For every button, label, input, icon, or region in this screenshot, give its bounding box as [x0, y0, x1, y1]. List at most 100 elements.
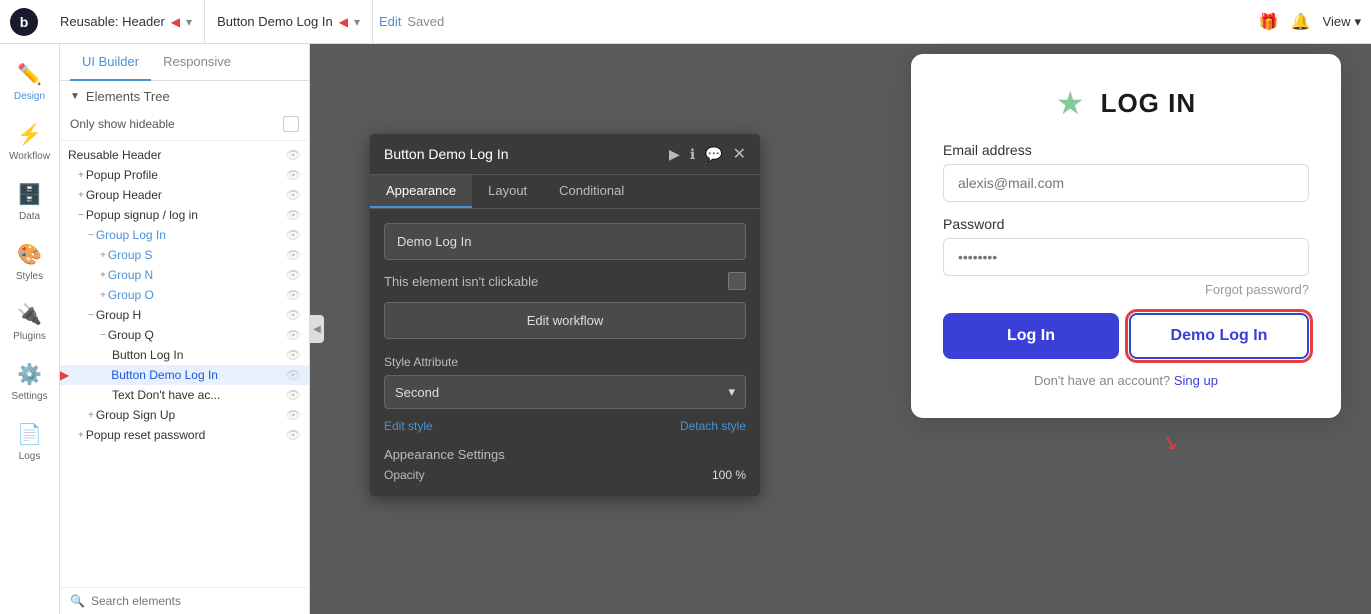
tab-appearance[interactable]: Appearance	[370, 175, 472, 208]
password-input[interactable]	[943, 238, 1309, 276]
search-elements-input[interactable]	[91, 594, 299, 608]
tree-item-button-login[interactable]: Button Log In 👁	[60, 345, 309, 365]
chat-icon[interactable]: 💬	[705, 146, 722, 163]
opacity-label: Opacity	[384, 468, 425, 482]
tree-collapse-arrow[interactable]: ▼	[70, 91, 80, 102]
eye-icon[interactable]: 👁	[286, 208, 301, 222]
eye-icon[interactable]: 👁	[286, 388, 301, 402]
tree-item-popup-reset[interactable]: + Popup reset password 👁	[60, 425, 309, 445]
sidebar-item-plugins[interactable]: 🔌 Plugins	[0, 294, 59, 350]
email-label: Email address	[943, 142, 1309, 158]
tree-item-group-login[interactable]: − Group Log In 👁	[60, 225, 309, 245]
sidebar-item-styles[interactable]: 🎨 Styles	[0, 234, 59, 290]
edit-detach-row: Edit style Detach style	[384, 419, 746, 433]
signup-link[interactable]: Sing up	[1174, 373, 1218, 388]
selected-red-arrow: ▶	[60, 368, 69, 382]
tree-item-group-signup[interactable]: + Group Sign Up 👁	[60, 405, 309, 425]
tree-item-group-o-label: Group O	[108, 288, 154, 302]
tree-item-popup-signup[interactable]: − Popup signup / log in 👁	[60, 205, 309, 225]
only-show-toggle[interactable]	[283, 116, 299, 132]
canvas-area: ◀ Button Demo Log In ▶ ℹ 💬 ✕ Appearance …	[310, 44, 1371, 614]
demo-login-button[interactable]: Demo Log In	[1129, 313, 1309, 359]
tree-item-group-n-label: Group N	[108, 268, 153, 282]
bell-icon[interactable]: 🔔	[1291, 12, 1311, 32]
eye-icon[interactable]: 👁	[286, 368, 301, 382]
tab-ui-builder[interactable]: UI Builder	[70, 44, 151, 81]
sidebar-item-data[interactable]: 🗄️ Data	[0, 174, 59, 230]
tree-item-popup-profile-label: Popup Profile	[86, 168, 158, 182]
tree-item-group-q[interactable]: − Group Q 👁	[60, 325, 309, 345]
tree-item-reusable-header[interactable]: Reusable Header 👁	[60, 145, 309, 165]
saved-label: Saved	[407, 14, 444, 29]
minus-icon: −	[100, 330, 106, 341]
tab-responsive[interactable]: Responsive	[151, 44, 243, 81]
eye-icon[interactable]: 👁	[286, 348, 301, 362]
tree-item-group-s-label: Group S	[108, 248, 153, 262]
not-clickable-label: This element isn't clickable	[384, 274, 538, 289]
minus-icon: −	[88, 230, 94, 241]
plus-icon: +	[100, 270, 106, 281]
only-show-label: Only show hideable	[70, 117, 175, 131]
style-attr-select[interactable]: Second ▾	[384, 375, 746, 409]
tree-item-button-login-label: Button Log In	[112, 348, 183, 362]
elements-tree-header: ▼ Elements Tree	[60, 81, 309, 112]
plus-icon: +	[100, 250, 106, 261]
forgot-password-link[interactable]: Forgot password?	[1205, 282, 1309, 297]
edit-style-link[interactable]: Edit style	[384, 419, 433, 433]
tree-item-group-n[interactable]: + Group N 👁	[60, 265, 309, 285]
email-input[interactable]	[943, 164, 1309, 202]
demo-login-box: Demo Log In	[384, 223, 746, 260]
view-button[interactable]: View ▾	[1323, 14, 1361, 30]
settings-label: Settings	[11, 391, 47, 402]
eye-icon[interactable]: 👁	[286, 228, 301, 242]
eye-icon[interactable]: 👁	[286, 248, 301, 262]
tree-item-group-o[interactable]: + Group O 👁	[60, 285, 309, 305]
close-icon[interactable]: ✕	[733, 144, 746, 164]
sidebar-item-design[interactable]: ✏️ Design	[0, 54, 59, 110]
tree-item-group-h[interactable]: − Group H 👁	[60, 305, 309, 325]
button-demo-section[interactable]: Button Demo Log In ◀ ▾	[205, 0, 373, 43]
tree-item-button-demo-login[interactable]: ▶ Button Demo Log In 👁	[60, 365, 309, 385]
login-button[interactable]: Log In	[943, 313, 1119, 359]
button-demo-panel: Button Demo Log In ▶ ℹ 💬 ✕ Appearance La…	[370, 134, 760, 496]
tab-conditional[interactable]: Conditional	[543, 175, 640, 208]
gift-icon[interactable]: 🎁	[1259, 12, 1279, 32]
eye-icon[interactable]: 👁	[286, 148, 301, 162]
star-icon: ★	[1056, 84, 1085, 122]
edit-workflow-button[interactable]: Edit workflow	[384, 302, 746, 339]
eye-icon[interactable]: 👁	[286, 288, 301, 302]
info-icon[interactable]: ℹ	[690, 146, 695, 163]
plugins-label: Plugins	[13, 331, 46, 342]
elements-tree-label: Elements Tree	[86, 89, 170, 104]
logo[interactable]: b	[10, 8, 38, 36]
eye-icon[interactable]: 👁	[286, 308, 301, 322]
tab-layout[interactable]: Layout	[472, 175, 543, 208]
tree-item-group-signup-label: Group Sign Up	[96, 408, 175, 422]
eye-icon[interactable]: 👁	[286, 328, 301, 342]
tree-item-group-header-label: Group Header	[86, 188, 162, 202]
eye-icon[interactable]: 👁	[286, 428, 301, 442]
tree-item-popup-profile[interactable]: + Popup Profile 👁	[60, 165, 309, 185]
eye-icon[interactable]: 👁	[286, 268, 301, 282]
tree-item-group-header[interactable]: + Group Header 👁	[60, 185, 309, 205]
style-attr-label: Style Attribute	[384, 355, 746, 369]
logs-label: Logs	[19, 451, 41, 462]
tree-item-group-q-label: Group Q	[108, 328, 154, 342]
play-icon[interactable]: ▶	[669, 146, 680, 163]
reusable-header-section[interactable]: Reusable: Header ◀ ▾	[48, 0, 205, 43]
detach-style-link[interactable]: Detach style	[680, 419, 746, 433]
eye-icon[interactable]: 👁	[286, 168, 301, 182]
eye-icon[interactable]: 👁	[286, 408, 301, 422]
plus-icon: +	[88, 410, 94, 421]
sidebar-item-settings[interactable]: ⚙️ Settings	[0, 354, 59, 410]
sidebar-item-logs[interactable]: 📄 Logs	[0, 414, 59, 470]
opacity-value: 100 %	[712, 468, 746, 482]
login-card-top: ★ LOG IN	[943, 84, 1309, 122]
collapse-handle[interactable]: ◀	[310, 315, 324, 343]
eye-icon[interactable]: 👁	[286, 188, 301, 202]
sidebar-item-workflow[interactable]: ⚡ Workflow	[0, 114, 59, 170]
tree-item-group-s[interactable]: + Group S 👁	[60, 245, 309, 265]
not-clickable-checkbox[interactable]	[728, 272, 746, 290]
edit-label[interactable]: Edit	[379, 14, 401, 29]
tree-item-text-dont-have[interactable]: Text Don't have ac... 👁	[60, 385, 309, 405]
